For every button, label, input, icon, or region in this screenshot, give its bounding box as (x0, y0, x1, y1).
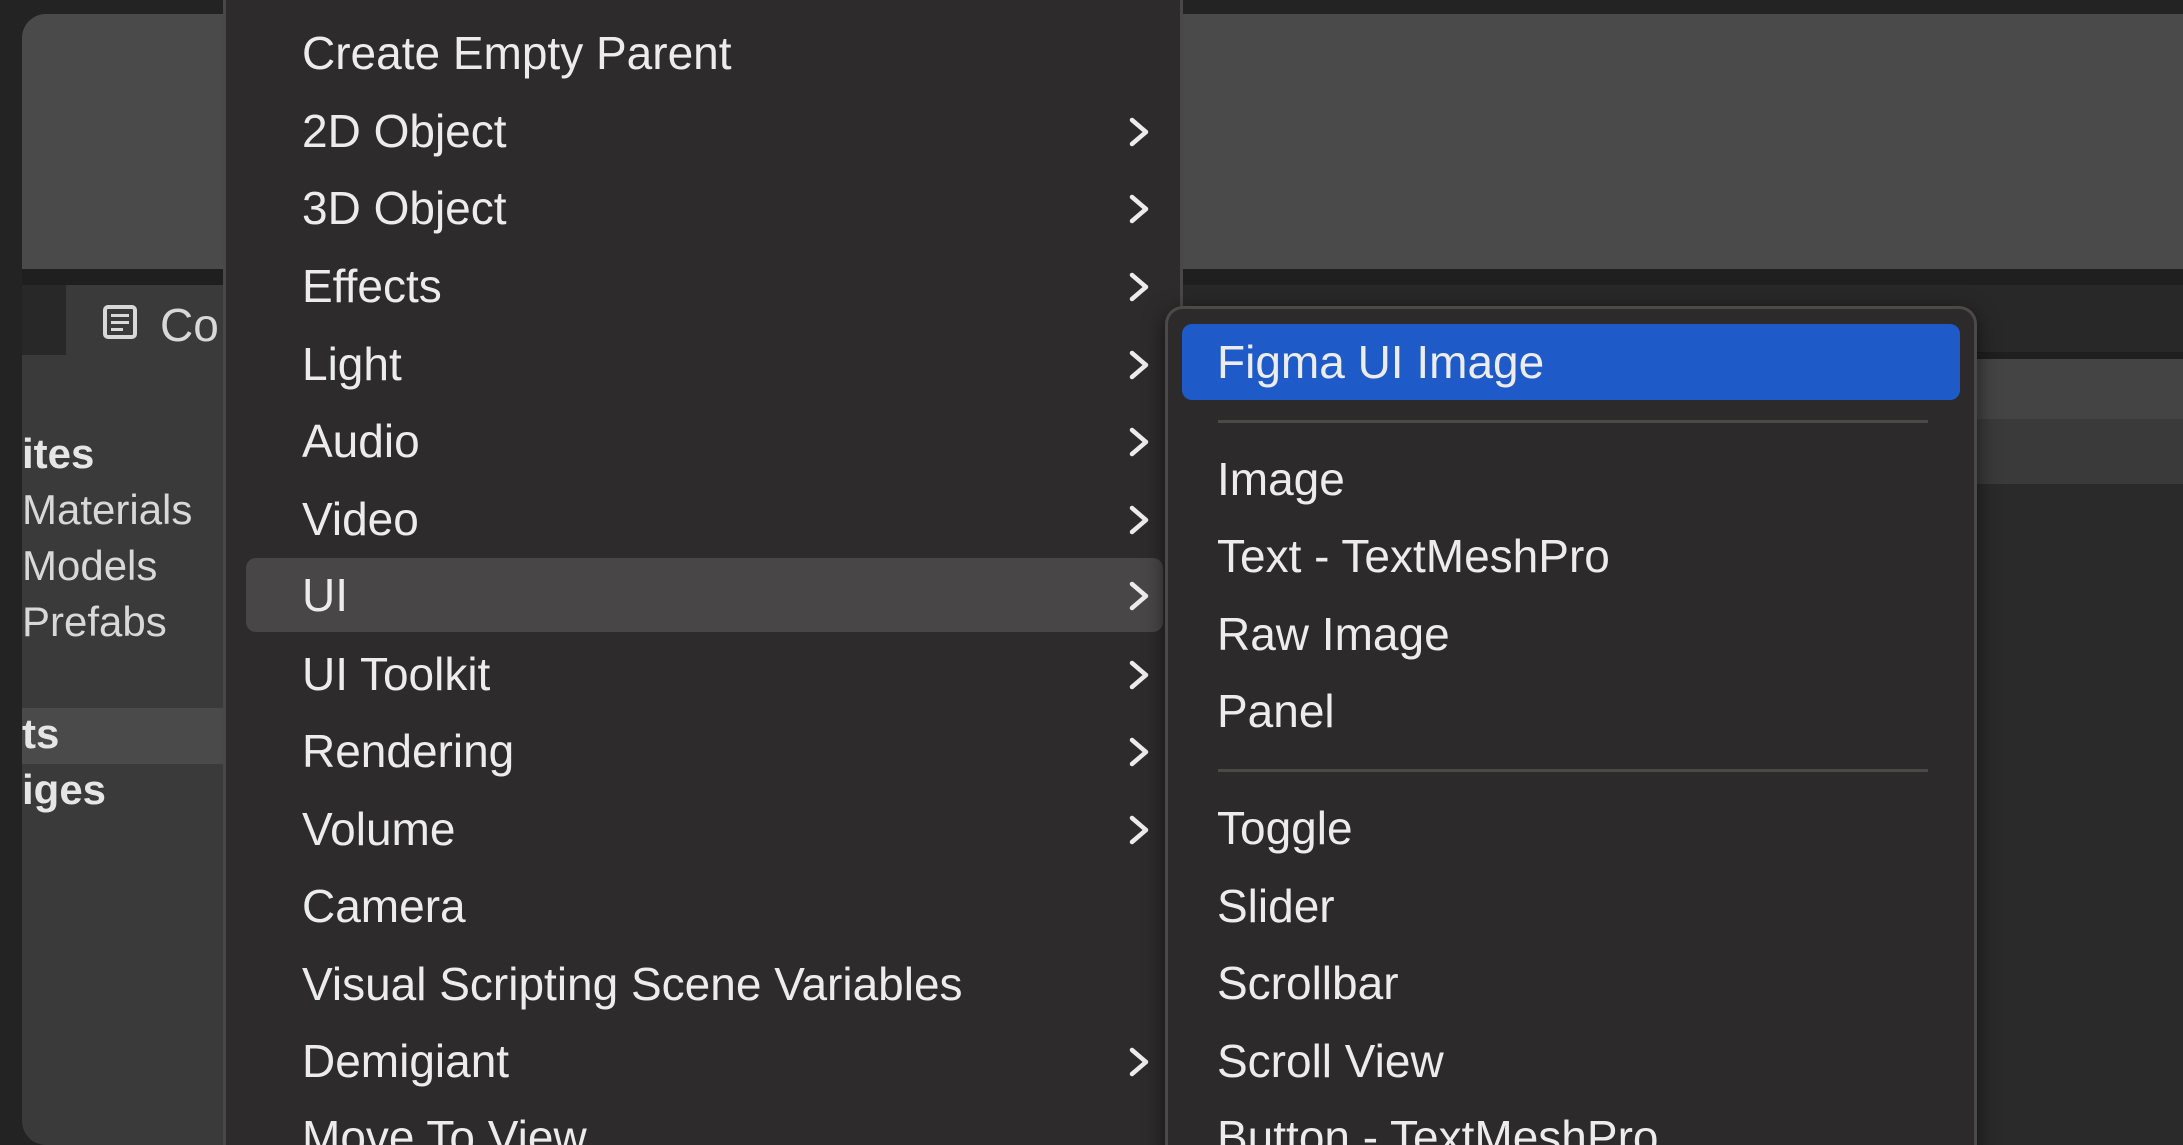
menu-item-volume[interactable]: Volume (246, 792, 1163, 866)
chevron-right-icon (1129, 117, 1149, 147)
submenu-item-slider[interactable]: Slider (1182, 868, 1960, 944)
menu-item-label: 3D Object (302, 182, 507, 234)
chevron-right-icon (1129, 427, 1149, 457)
submenu-item-label: Scrollbar (1217, 957, 1399, 1009)
chevron-right-icon (1129, 505, 1149, 535)
console-list-icon (102, 304, 138, 340)
menu-item-label: UI (302, 569, 348, 621)
menu-item-effects[interactable]: Effects (246, 249, 1163, 323)
menu-item-label: Demigiant (302, 1035, 510, 1087)
context-menu: Create Empty Parent 2D Object 3D Object … (223, 0, 1183, 1145)
chevron-right-icon (1129, 1047, 1149, 1077)
chevron-right-icon (1129, 660, 1149, 690)
submenu-item-label: Text - TextMeshPro (1217, 530, 1610, 582)
menu-item-2d-object[interactable]: 2D Object (246, 94, 1163, 168)
menu-item-label: Rendering (302, 725, 515, 777)
submenu-separator (1218, 420, 1928, 423)
chevron-right-icon (1129, 194, 1149, 224)
submenu-item-label: Scroll View (1217, 1035, 1444, 1087)
chevron-right-icon (1129, 581, 1149, 611)
menu-item-label: Create Empty Parent (302, 27, 732, 79)
menu-item-ui[interactable]: UI (246, 558, 1163, 632)
menu-item-ui-toolkit[interactable]: UI Toolkit (246, 637, 1163, 711)
console-list-icon-svg (103, 305, 137, 339)
submenu-separator (1218, 769, 1928, 772)
submenu-item-scroll-view[interactable]: Scroll View (1182, 1023, 1960, 1099)
chevron-right-icon (1129, 815, 1149, 845)
menu-item-label: Volume (302, 803, 456, 855)
menu-item-label: Audio (302, 415, 420, 467)
submenu-item-scrollbar[interactable]: Scrollbar (1182, 945, 1960, 1021)
menu-item-visual-scripting-scene-variables[interactable]: Visual Scripting Scene Variables (246, 947, 1163, 1021)
submenu-item-label: Toggle (1217, 802, 1353, 854)
menu-item-move-to-view[interactable]: Move To View (246, 1100, 1163, 1145)
submenu-item-raw-image[interactable]: Raw Image (1182, 596, 1960, 672)
project-item[interactable]: ites (22, 431, 94, 477)
submenu-item-label: Image (1217, 453, 1345, 505)
chevron-right-icon (1129, 272, 1149, 302)
submenu-item-image[interactable]: Image (1182, 441, 1960, 517)
menu-item-label: Light (302, 338, 402, 390)
menu-item-label: Effects (302, 260, 442, 312)
menu-item-label: Camera (302, 880, 466, 932)
submenu-item-label: Figma UI Image (1217, 336, 1545, 388)
project-item[interactable]: ts (22, 711, 59, 757)
menu-item-label: Visual Scripting Scene Variables (302, 958, 963, 1010)
menu-item-demigiant[interactable]: Demigiant (246, 1024, 1163, 1098)
menu-item-camera[interactable]: Camera (246, 869, 1163, 943)
chevron-right-icon (1129, 350, 1149, 380)
project-item[interactable]: Materials (22, 487, 192, 533)
menu-item-video[interactable]: Video (246, 482, 1163, 556)
menu-item-label: UI Toolkit (302, 648, 491, 700)
submenu-item-toggle[interactable]: Toggle (1182, 790, 1960, 866)
chevron-right-icon (1129, 737, 1149, 767)
project-item[interactable]: Prefabs (22, 599, 167, 645)
menu-item-audio[interactable]: Audio (246, 404, 1163, 478)
menu-item-rendering[interactable]: Rendering (246, 714, 1163, 788)
submenu-item-label: Raw Image (1217, 608, 1450, 660)
tab-console-label: Co (160, 299, 219, 351)
menu-item-label: Move To View (302, 1111, 587, 1145)
submenu-item-text-textmeshpro[interactable]: Text - TextMeshPro (1182, 518, 1960, 594)
project-item[interactable]: Models (22, 543, 157, 589)
menu-item-label: Video (302, 493, 419, 545)
submenu-item-label: Slider (1217, 880, 1335, 932)
menu-item-3d-object[interactable]: 3D Object (246, 171, 1163, 245)
project-item[interactable]: iges (22, 767, 106, 813)
menu-item-create-empty-parent[interactable]: Create Empty Parent (246, 16, 1163, 90)
screen: Co ites Materials Models Prefabs ts iges… (0, 0, 2183, 1145)
submenu-item-label: Button - TextMeshPro (1217, 1111, 1659, 1145)
submenu-item-figma-ui-image[interactable]: Figma UI Image (1182, 324, 1960, 400)
menu-item-label: 2D Object (302, 105, 507, 157)
menu-item-light[interactable]: Light (246, 327, 1163, 401)
submenu-item-label: Panel (1217, 685, 1335, 737)
submenu-item-panel[interactable]: Panel (1182, 673, 1960, 749)
submenu-item-button-textmeshpro[interactable]: Button - TextMeshPro (1182, 1099, 1960, 1145)
ui-submenu: Figma UI Image Image Text - TextMeshPro … (1165, 306, 1977, 1145)
